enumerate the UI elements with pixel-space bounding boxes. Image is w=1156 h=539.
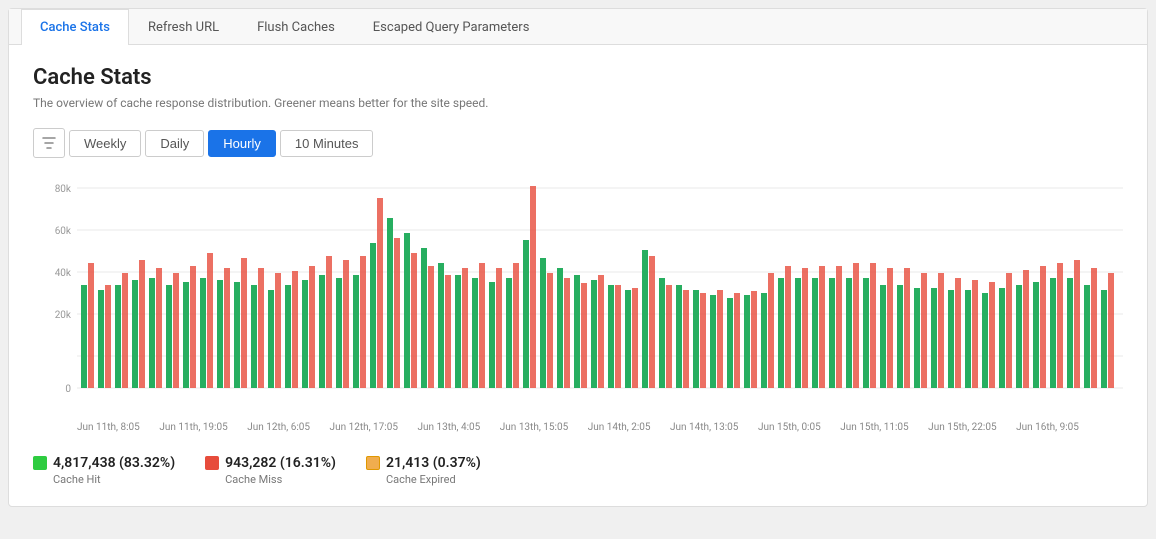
- filter-icon-button[interactable]: [33, 128, 65, 158]
- page-title: Cache Stats: [33, 65, 1123, 90]
- x-label-4: Jun 13th, 4:05: [417, 422, 480, 433]
- legend-hit-number: 4,817,438 (83.32%): [53, 455, 175, 471]
- x-label-2: Jun 12th, 6:05: [247, 422, 310, 433]
- x-label-7: Jun 14th, 13:05: [670, 422, 738, 433]
- legend-hit-value: 4,817,438 (83.32%): [33, 455, 175, 471]
- x-label-0: Jun 11th, 8:05: [77, 422, 140, 433]
- legend-miss-number: 943,282 (16.31%): [225, 455, 336, 471]
- legend-cache-expired: 21,413 (0.37%) Cache Expired: [366, 455, 481, 486]
- svg-text:0: 0: [65, 384, 71, 395]
- svg-text:60k: 60k: [55, 226, 72, 237]
- filter-btn-weekly[interactable]: Weekly: [69, 130, 141, 157]
- legend-cache-hit: 4,817,438 (83.32%) Cache Hit: [33, 455, 175, 486]
- filter-btn-10min[interactable]: 10 Minutes: [280, 130, 374, 157]
- legend-hit-label: Cache Hit: [53, 473, 175, 486]
- tab-escaped-query[interactable]: Escaped Query Parameters: [354, 9, 549, 45]
- legend-miss-label: Cache Miss: [225, 473, 336, 486]
- tab-bar: Cache Stats Refresh URL Flush Caches Esc…: [9, 9, 1147, 45]
- legend-cache-miss: 943,282 (16.31%) Cache Miss: [205, 455, 336, 486]
- x-label-10: Jun 15th, 22:05: [928, 422, 996, 433]
- x-label-3: Jun 12th, 17:05: [330, 422, 398, 433]
- content-area: Cache Stats The overview of cache respon…: [9, 45, 1147, 506]
- x-label-1: Jun 11th, 19:05: [159, 422, 227, 433]
- filter-icon: [42, 136, 56, 150]
- legend-expired-number: 21,413 (0.37%): [386, 455, 481, 471]
- svg-text:40k: 40k: [55, 268, 72, 279]
- legend-miss-value: 943,282 (16.31%): [205, 455, 336, 471]
- filter-bar: Weekly Daily Hourly 10 Minutes: [33, 128, 1123, 158]
- svg-text:80k: 80k: [55, 184, 72, 195]
- x-label-9: Jun 15th, 11:05: [840, 422, 908, 433]
- x-label-5: Jun 13th, 15:05: [500, 422, 568, 433]
- legend-miss-dot: [205, 456, 219, 470]
- chart-area: 80k 60k 40k 20k 0: [33, 178, 1123, 408]
- x-label-11: Jun 16th, 9:05: [1016, 422, 1079, 433]
- tab-refresh-url[interactable]: Refresh URL: [129, 9, 238, 45]
- x-label-6: Jun 14th, 2:05: [588, 422, 651, 433]
- bar-chart: 80k 60k 40k 20k 0: [33, 178, 1123, 408]
- filter-btn-hourly[interactable]: Hourly: [208, 130, 276, 157]
- legend-expired-dot: [366, 456, 380, 470]
- filter-btn-daily[interactable]: Daily: [145, 130, 204, 157]
- page-container: Cache Stats Refresh URL Flush Caches Esc…: [8, 8, 1148, 507]
- x-label-8: Jun 15th, 0:05: [758, 422, 821, 433]
- x-axis-labels: Jun 11th, 8:05 Jun 11th, 19:05 Jun 12th,…: [33, 420, 1123, 433]
- legend-hit-dot: [33, 456, 47, 470]
- page-subtitle: The overview of cache response distribut…: [33, 96, 1123, 110]
- legend-expired-label: Cache Expired: [386, 473, 481, 486]
- legend: 4,817,438 (83.32%) Cache Hit 943,282 (16…: [33, 447, 1123, 486]
- legend-expired-value: 21,413 (0.37%): [366, 455, 481, 471]
- tab-cache-stats[interactable]: Cache Stats: [21, 9, 129, 45]
- tab-flush-caches[interactable]: Flush Caches: [238, 9, 354, 45]
- svg-text:20k: 20k: [55, 310, 72, 321]
